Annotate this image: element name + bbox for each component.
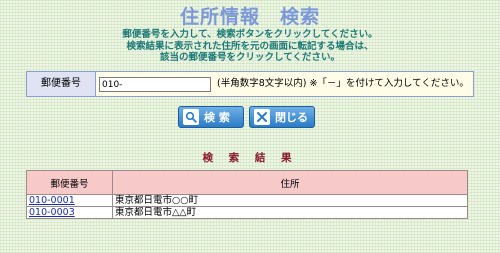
instruction-line: 検索結果に表示された住所を元の画面に転記する場合は、 — [126, 40, 374, 52]
address-cell: 東京都日電市○○町 — [112, 194, 468, 207]
postal-code-hint: (半角数字8文字以内) ※「－」を付けて入力してください。 — [217, 78, 469, 89]
instruction-line: 郵便番号を入力して、検索ボタンをクリックしてください。 — [122, 29, 378, 40]
postal-code-label: 郵便番号 — [27, 72, 96, 96]
search-button-label: 検 索 — [204, 111, 230, 124]
postal-code-link[interactable]: 010-0003 — [29, 207, 75, 218]
postal-code-input[interactable] — [99, 77, 211, 92]
results-table: 郵便番号 住所 010-0001 東京都日電市○○町 010-0003 東京都日… — [26, 170, 468, 219]
results-heading: 検 索 結 果 — [202, 152, 298, 164]
postal-code-cell: 010-0001 — [26, 194, 113, 207]
close-button-label: 閉じる — [275, 111, 308, 124]
postal-code-search-form: 郵便番号 (半角数字8文字以内) ※「－」を付けて入力してください。 — [26, 71, 474, 97]
postal-code-link[interactable]: 010-0001 — [29, 195, 75, 206]
search-icon — [183, 109, 199, 125]
close-button[interactable]: 閉じる — [249, 106, 315, 128]
column-header-address: 住所 — [112, 170, 468, 195]
close-icon — [254, 109, 270, 125]
postal-code-cell: 010-0003 — [26, 206, 113, 219]
table-row: 010-0003 東京都日電市△△町 — [26, 206, 468, 219]
column-header-postal-code: 郵便番号 — [26, 170, 113, 195]
instructions: 郵便番号を入力して、検索ボタンをクリックしてください。 検索結果に表示された住所… — [0, 29, 500, 64]
page-title: 住所情報 検索 — [179, 6, 320, 28]
search-button[interactable]: 検 索 — [178, 106, 244, 128]
table-row: 010-0001 東京都日電市○○町 — [26, 194, 468, 207]
address-cell: 東京都日電市△△町 — [112, 206, 468, 219]
instruction-line: 該当の郵便番号をクリックしてください。 — [160, 52, 340, 63]
table-header-row: 郵便番号 住所 — [26, 170, 468, 195]
